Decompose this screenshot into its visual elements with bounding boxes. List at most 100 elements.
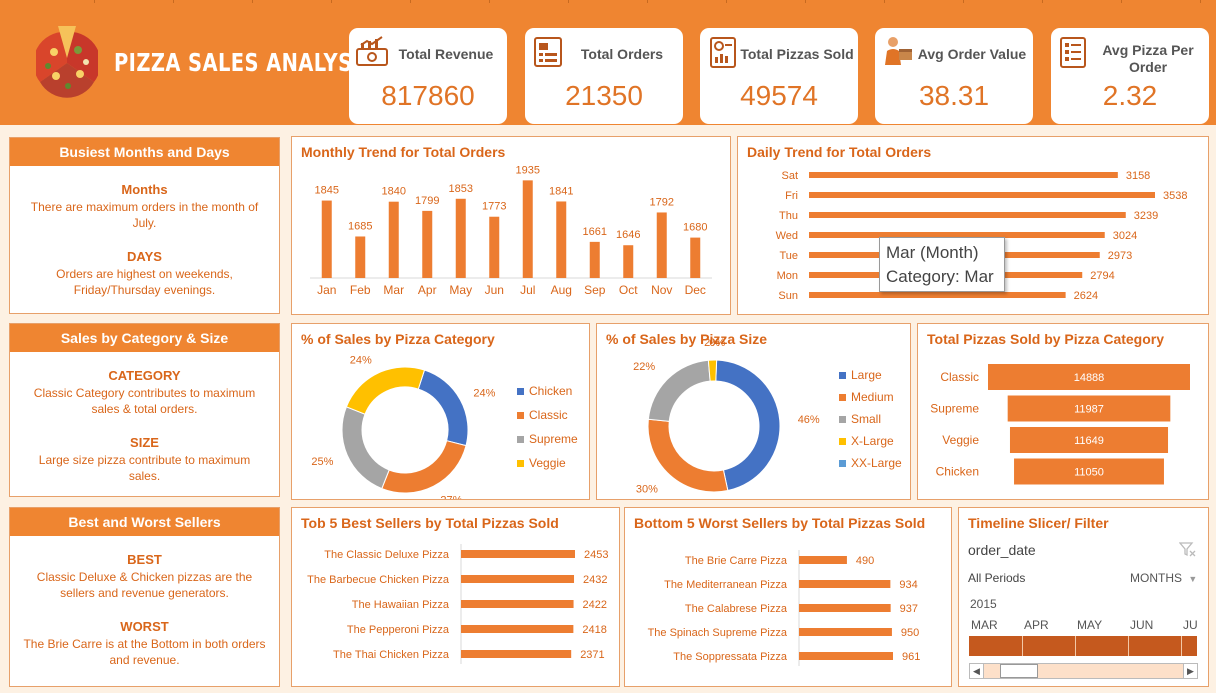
legend-label: X-Large xyxy=(851,434,894,448)
kpi-value: 21350 xyxy=(565,80,643,111)
time-level-dropdown[interactable]: MONTHS ▼ xyxy=(1130,571,1197,585)
bar xyxy=(461,550,575,558)
tick-label: Chicken xyxy=(936,465,979,479)
tick-label: Feb xyxy=(350,283,371,297)
insight-subheading: SIZE xyxy=(130,435,159,450)
bar xyxy=(522,180,533,278)
bar xyxy=(799,580,891,588)
tick-label: Thu xyxy=(779,210,798,222)
legend-item: Classic xyxy=(517,408,568,422)
bar xyxy=(809,192,1155,198)
bar xyxy=(809,212,1126,218)
timeline-month-label[interactable]: APR xyxy=(1024,618,1049,632)
kpi-card-total-revenue: Total Revenue 817860 xyxy=(349,28,507,124)
legend-item: Supreme xyxy=(517,432,578,446)
tick-label: Supreme xyxy=(930,402,979,416)
data-label: 2973 xyxy=(1108,250,1132,262)
bar xyxy=(589,241,600,278)
data-label: 2371 xyxy=(580,649,604,661)
kpi-label: Total Orders xyxy=(580,46,664,62)
data-label: 46% xyxy=(798,414,820,426)
tick-label: The Pepperoni Pizza xyxy=(347,624,450,636)
data-label: 961 xyxy=(902,651,920,663)
timeline-slicer[interactable]: Timeline Slicer/ Filter order_date All P… xyxy=(958,507,1209,687)
bar xyxy=(809,172,1118,178)
data-label: 24% xyxy=(350,354,372,366)
dashboard-header: PIZZA SALES ANALYSIS Total Revenue 81786… xyxy=(0,0,1216,125)
tick-label: Fri xyxy=(785,190,798,202)
monthly-trend-svg: 1845 Jan 1685 Feb 1840 Mar 1799 Apr 1853 May 1773 J… xyxy=(310,164,712,297)
timeline-month-label[interactable]: JUL xyxy=(1183,618,1197,632)
data-label: 1661 xyxy=(583,226,607,238)
data-label: 1792 xyxy=(650,196,674,208)
data-label: 2422 xyxy=(583,599,607,611)
tick-label: Dec xyxy=(685,283,706,297)
tick-label: Tue xyxy=(779,250,798,262)
legend-item: X-Large xyxy=(839,435,894,447)
legend-swatch xyxy=(517,460,524,468)
data-label: 1853 xyxy=(449,183,473,195)
kpi-card-total-pizzas-sold: Total Pizzas Sold 49574 xyxy=(700,28,858,124)
kpi-card-avg-order-value: Avg Order Value 38.31 xyxy=(875,28,1033,124)
insight-heading: Busiest Months and Days xyxy=(10,138,279,166)
scroll-right-icon[interactable]: ▶ xyxy=(1183,664,1197,678)
sheet-gridline xyxy=(1043,0,1122,3)
pizzas-by-category-chart: Total Pizzas Sold by Pizza Category 1488… xyxy=(917,323,1209,500)
insight-text: Large size pizza contribute to maximum s… xyxy=(38,453,251,483)
bar xyxy=(388,201,399,278)
pie-slice xyxy=(647,418,729,493)
timeline-scrollbar[interactable]: ◀ ▶ xyxy=(969,663,1198,679)
data-label: 950 xyxy=(901,627,919,639)
clear-filter-icon[interactable] xyxy=(1179,542,1197,558)
timeline-month-label[interactable]: JUN xyxy=(1130,618,1153,632)
pizza-logo-icon xyxy=(36,26,98,98)
tick-label: Oct xyxy=(619,283,638,297)
legend-label: Veggie xyxy=(529,456,566,470)
bar xyxy=(799,628,892,636)
pie-slice xyxy=(381,440,467,494)
time-level-label: MONTHS xyxy=(1130,571,1182,585)
kpi-value: 817860 xyxy=(381,80,475,111)
timeline-selection-bar[interactable] xyxy=(969,636,1197,656)
slicer-field: order_date xyxy=(968,542,1036,558)
worst-sellers-svg: The Brie Carre Pizza 490 The Mediterranean… xyxy=(648,550,920,666)
orders-icon xyxy=(534,37,562,67)
tick-label: Sep xyxy=(584,283,606,297)
revenue-icon xyxy=(356,36,388,66)
data-label: 2418 xyxy=(582,624,606,636)
insight-text: Classic Category contributes to maximum … xyxy=(33,386,256,416)
scroll-left-icon[interactable]: ◀ xyxy=(970,664,984,678)
bar xyxy=(489,216,500,278)
size-donut-svg: 46%30%22%2%0% xyxy=(633,337,820,496)
pie-slice xyxy=(707,359,718,382)
legend-label: Medium xyxy=(851,390,894,404)
tick-label: The Brie Carre Pizza xyxy=(685,555,788,567)
bar xyxy=(321,200,332,278)
tick-label: Wed xyxy=(776,230,798,242)
data-label: 937 xyxy=(900,603,918,615)
timeline-month-label[interactable]: MAY xyxy=(1077,618,1102,632)
tick-label: The Thai Chicken Pizza xyxy=(333,649,450,661)
insight-heading: Sales by Category & Size xyxy=(10,324,279,352)
data-label: 1773 xyxy=(482,201,506,213)
data-label: 1680 xyxy=(683,222,707,234)
data-label: 2794 xyxy=(1090,270,1114,282)
kpi-label: Avg Order Value xyxy=(917,46,1027,62)
legend-swatch xyxy=(839,372,846,380)
kpi-label: Avg Pizza Per Order xyxy=(1102,42,1194,75)
data-label: 3024 xyxy=(1113,230,1137,242)
data-label: 2453 xyxy=(584,549,608,561)
legend-label: Supreme xyxy=(529,432,578,446)
sheet-gridline xyxy=(806,0,885,3)
tooltip-line: Mar (Month) xyxy=(886,243,979,262)
size-sales-donut-chart: % of Sales by Pizza Size 46% 30% 22% 2% 0% L… xyxy=(596,323,911,500)
scroll-thumb[interactable] xyxy=(1000,664,1038,678)
bar xyxy=(556,201,567,278)
insight-text: There are maximum orders in the month of… xyxy=(30,200,259,230)
tick-label: Sat xyxy=(781,170,798,182)
bar xyxy=(422,210,433,278)
best-sellers-svg: The Classic Deluxe Pizza 2453 The Barbecue… xyxy=(307,544,608,664)
timeline-month-labels: MAR APR MAY JUN JUL xyxy=(969,618,1197,636)
timeline-month-label[interactable]: MAR xyxy=(971,618,998,632)
tick-label: The Calabrese Pizza xyxy=(685,603,788,615)
